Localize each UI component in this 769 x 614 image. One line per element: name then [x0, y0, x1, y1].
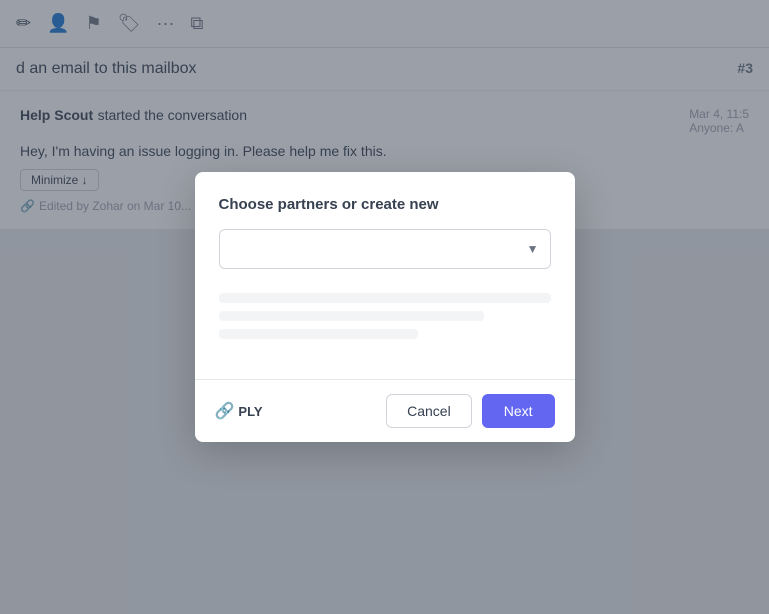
modal-dialog: Choose partners or create new ▼ 🔗 PLY — [195, 172, 575, 442]
partner-dropdown[interactable] — [219, 229, 551, 269]
ply-text: PLY — [238, 404, 262, 419]
modal-footer: 🔗 PLY Cancel Next — [195, 380, 575, 442]
partner-dropdown-wrapper: ▼ — [219, 229, 551, 269]
cancel-button[interactable]: Cancel — [386, 394, 472, 428]
ply-icon: 🔗 — [215, 401, 235, 421]
placeholder-line-3 — [219, 329, 418, 339]
next-button[interactable]: Next — [482, 394, 555, 428]
modal-title: Choose partners or create new — [219, 196, 551, 213]
modal-body: Choose partners or create new ▼ — [195, 172, 575, 379]
footer-buttons: Cancel Next — [386, 394, 554, 428]
modal-overlay: Choose partners or create new ▼ 🔗 PLY — [0, 0, 769, 614]
content-placeholder — [219, 285, 551, 355]
placeholder-line-1 — [219, 293, 551, 303]
placeholder-line-2 — [219, 311, 485, 321]
ply-logo: 🔗 PLY — [215, 401, 263, 421]
